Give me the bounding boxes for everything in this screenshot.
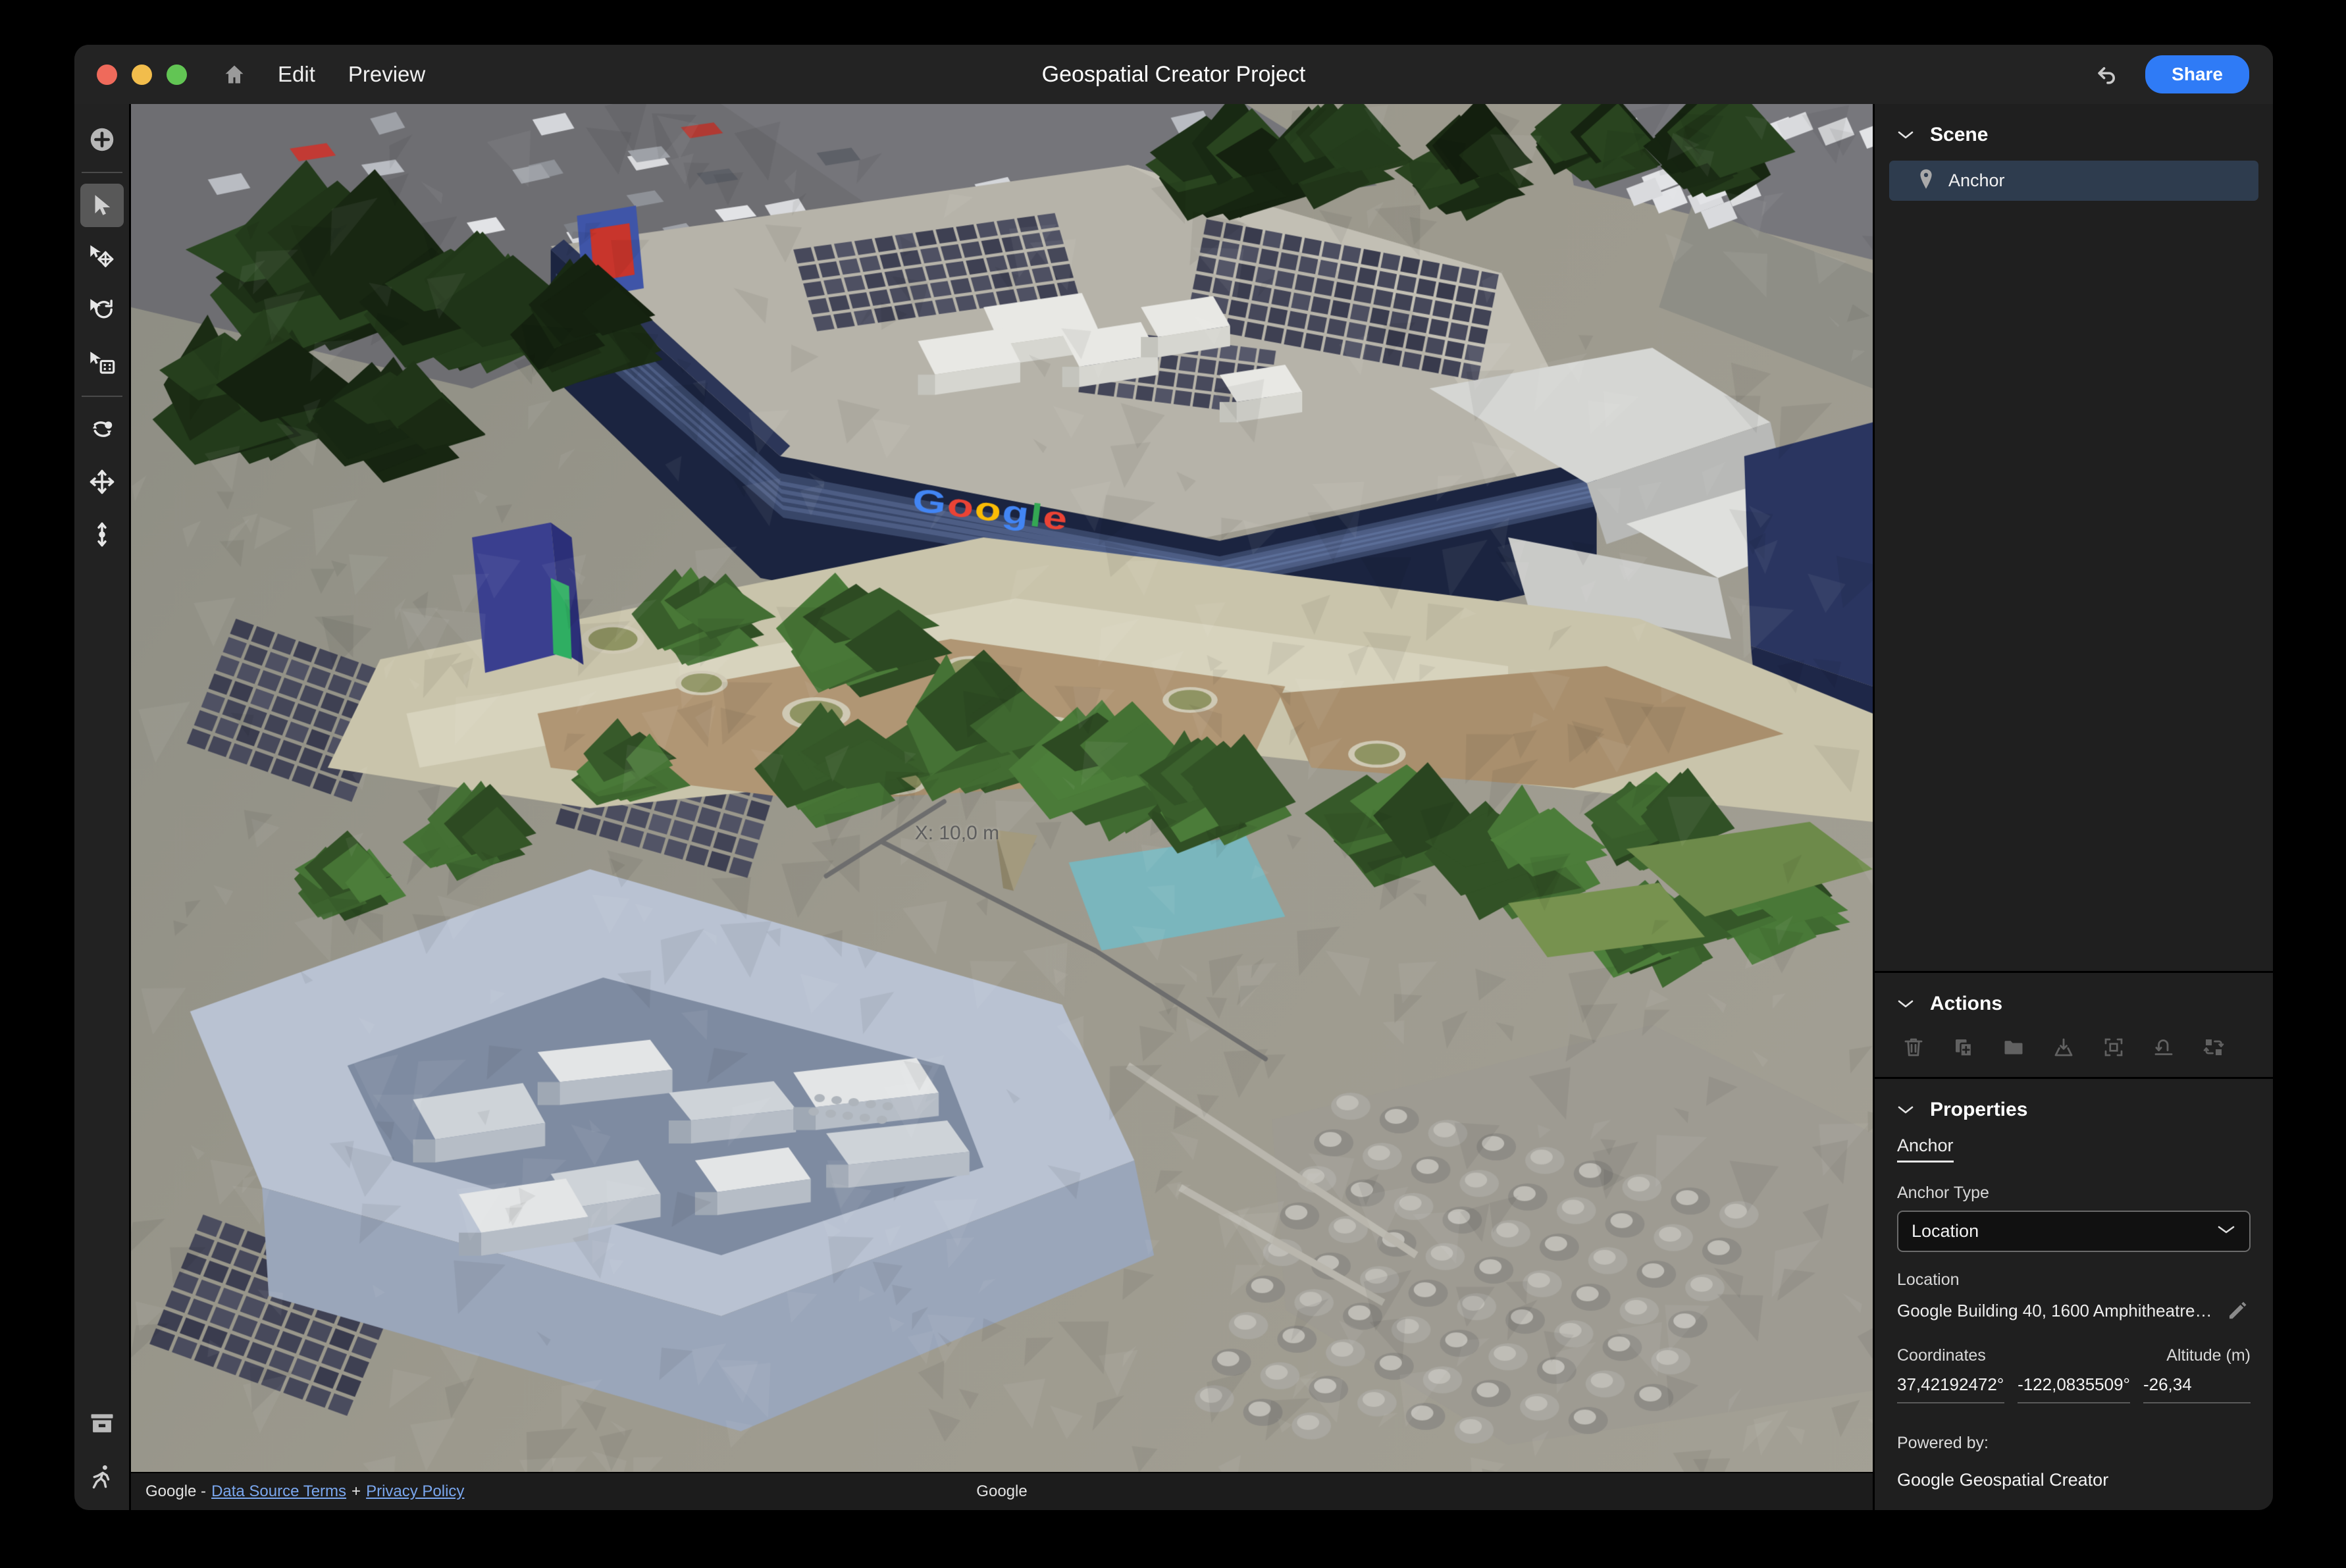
- actions-section-title: Actions: [1930, 993, 2003, 1014]
- scene-render-canvas[interactable]: [131, 104, 1873, 1472]
- powered-by-label: Powered by:: [1897, 1434, 1989, 1452]
- latitude-field[interactable]: 37,42192472°: [1897, 1374, 2005, 1403]
- menu-preview[interactable]: Preview: [346, 58, 428, 91]
- coordinates-header: Coordinates Altitude (m): [1897, 1346, 2251, 1365]
- scene-tree: Anchor: [1875, 161, 2273, 201]
- toolbar-divider: [81, 172, 122, 173]
- minimize-window-button[interactable]: [132, 64, 152, 85]
- data-source-terms-link[interactable]: Data Source Terms: [211, 1482, 346, 1501]
- properties-tabs: Anchor: [1897, 1136, 2251, 1163]
- pan-tool[interactable]: [80, 460, 124, 504]
- menu-edit[interactable]: Edit: [275, 58, 318, 91]
- longitude-field[interactable]: -122,0835509°: [2018, 1374, 2130, 1403]
- provider-label: Google -: [145, 1482, 207, 1500]
- chevron-down-icon: [2216, 1224, 2236, 1239]
- anchor-type-value: Location: [1912, 1221, 1979, 1241]
- left-toolbar: [74, 104, 131, 1510]
- properties-section-title: Properties: [1930, 1099, 2028, 1120]
- scene-section-header[interactable]: Scene: [1875, 104, 2273, 161]
- group-action[interactable]: [1998, 1032, 2029, 1062]
- properties-section-header[interactable]: Properties: [1875, 1079, 2273, 1136]
- chevron-down-icon: [1897, 1105, 1914, 1115]
- google-attribution: Google: [976, 1482, 1028, 1500]
- undo-arrow-icon[interactable]: [2093, 59, 2123, 90]
- map-pin-icon: [1917, 169, 1935, 193]
- move-tool[interactable]: [80, 236, 124, 280]
- archive-tool[interactable]: [80, 1402, 124, 1446]
- maximize-window-button[interactable]: [167, 64, 187, 85]
- coordinate-inputs: 37,42192472° -122,0835509° -26,34: [1897, 1374, 2251, 1403]
- home-icon[interactable]: [221, 61, 248, 88]
- share-button[interactable]: Share: [2145, 55, 2249, 93]
- app-body: X: 10,0 m Google - Data Source Terms + P…: [74, 104, 2273, 1510]
- app-window: Edit Preview Geospatial Creator Project …: [74, 45, 2273, 1510]
- place-on-ground-action[interactable]: [2048, 1032, 2079, 1062]
- altitude-label: Altitude (m): [2166, 1346, 2251, 1365]
- anchor-type-label: Anchor Type: [1897, 1184, 1989, 1202]
- location-label: Location: [1897, 1270, 1960, 1289]
- properties-body: Anchor Anchor Type Location Location Goo…: [1875, 1136, 2273, 1510]
- anchor-type-select[interactable]: Location: [1897, 1211, 2251, 1252]
- privacy-policy-link[interactable]: Privacy Policy: [366, 1482, 464, 1501]
- delete-action[interactable]: [1898, 1032, 1929, 1062]
- powered-by-value: Google Geospatial Creator: [1897, 1470, 2109, 1490]
- select-tool[interactable]: [80, 184, 124, 227]
- longitude-value[interactable]: -122,0835509°: [2018, 1374, 2130, 1403]
- actions-toolbar: [1875, 1030, 2273, 1077]
- replace-action[interactable]: [2199, 1032, 2229, 1062]
- location-value: Google Building 40, 1600 Amphitheatre P…: [1897, 1300, 2214, 1320]
- title-bar: Edit Preview Geospatial Creator Project …: [74, 45, 2273, 104]
- frame-selection-action[interactable]: [2098, 1032, 2129, 1062]
- chevron-down-icon: [1897, 999, 1914, 1009]
- map-3d-viewport[interactable]: X: 10,0 m: [131, 104, 1873, 1472]
- right-panel: Scene Anchor Actions Properties Anchor A…: [1873, 104, 2273, 1510]
- scale-tool[interactable]: [80, 342, 124, 385]
- altitude-field[interactable]: -26,34: [2143, 1374, 2251, 1403]
- walk-mode-tool[interactable]: [80, 1455, 124, 1498]
- pencil-icon[interactable]: [2224, 1297, 2251, 1324]
- plus-separator: +: [352, 1482, 361, 1500]
- toolbar-divider-2: [81, 396, 122, 397]
- scene-empty-area: [1875, 201, 2273, 971]
- elevate-tool[interactable]: [80, 513, 124, 556]
- actions-section-header[interactable]: Actions: [1875, 973, 2273, 1030]
- coordinates-label: Coordinates: [1897, 1346, 1986, 1365]
- close-window-button[interactable]: [97, 64, 117, 85]
- chevron-down-icon: [1897, 130, 1914, 140]
- scene-item-label: Anchor: [1948, 170, 2005, 190]
- attribution-group: Google - Data Source Terms + Privacy Pol…: [145, 1482, 467, 1501]
- tab-anchor[interactable]: Anchor: [1897, 1136, 1954, 1163]
- orbit-tool[interactable]: [80, 407, 124, 451]
- duplicate-action[interactable]: [1948, 1032, 1979, 1062]
- rotate-tool[interactable]: [80, 289, 124, 332]
- add-object-tool[interactable]: [80, 118, 124, 161]
- center-column: X: 10,0 m Google - Data Source Terms + P…: [131, 104, 1873, 1510]
- traffic-lights: [97, 64, 187, 85]
- location-row: Google Building 40, 1600 Amphitheatre P…: [1897, 1297, 2251, 1324]
- scene-item-anchor[interactable]: Anchor: [1889, 161, 2258, 201]
- altitude-value[interactable]: -26,34: [2143, 1374, 2251, 1403]
- latitude-value[interactable]: 37,42192472°: [1897, 1374, 2005, 1403]
- reset-action[interactable]: [2149, 1032, 2179, 1062]
- title-bar-actions: Share: [2093, 45, 2249, 104]
- status-bar: Google - Data Source Terms + Privacy Pol…: [131, 1472, 1873, 1510]
- scene-section-title: Scene: [1930, 124, 1989, 145]
